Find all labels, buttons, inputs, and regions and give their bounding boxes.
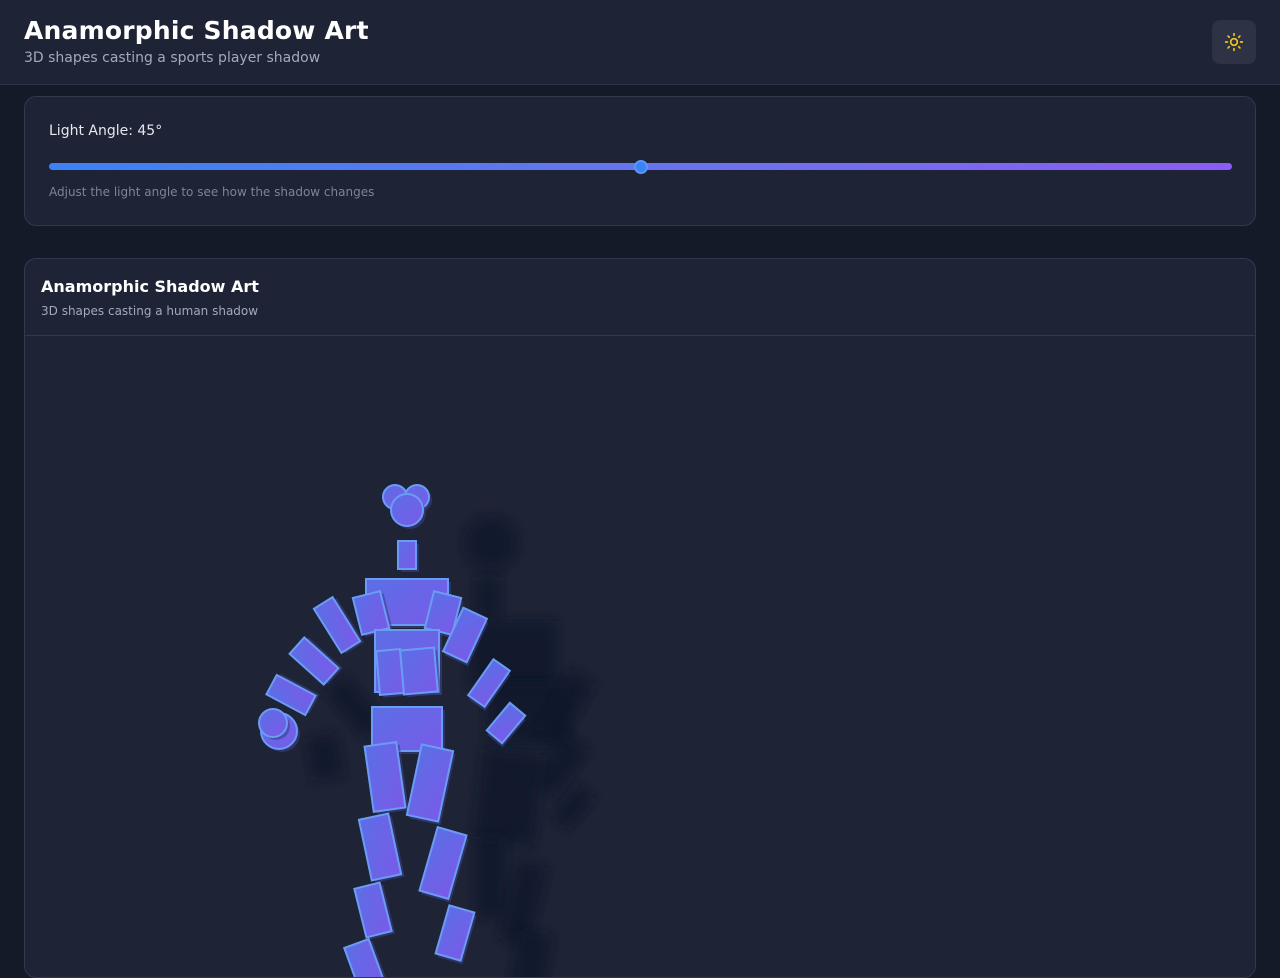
left-shin (357, 812, 405, 883)
shadow-art-canvas[interactable] (25, 337, 1255, 977)
shadow-art-scene (258, 484, 595, 977)
light-angle-slider[interactable] (49, 160, 1232, 174)
shape-face (353, 881, 393, 939)
shadow-part (306, 733, 344, 781)
page-subtitle: 3D shapes casting a sports player shadow (24, 50, 321, 66)
shape-face (405, 743, 455, 823)
art-card-header: Anamorphic Shadow Art 3D shapes casting … (25, 259, 1255, 336)
right-shin (418, 825, 469, 903)
slider-thumb[interactable] (633, 160, 648, 174)
light-angle-label: Light Angle: 45° (49, 123, 163, 139)
shape-face (357, 812, 403, 882)
left-foot (353, 881, 396, 940)
torso-inner-right (399, 646, 442, 698)
shape-face (258, 708, 288, 738)
neck-block (397, 540, 419, 572)
sun-icon (1224, 32, 1244, 52)
art-subtitle: 3D shapes casting a human shadow (41, 304, 259, 318)
app-header: Anamorphic Shadow Art 3D shapes casting … (0, 0, 1280, 85)
left-toe (342, 937, 390, 977)
shadow-part (476, 837, 506, 917)
shape-face (399, 646, 439, 696)
art-title: Anamorphic Shadow Art (41, 277, 259, 296)
shadow-part (474, 749, 544, 845)
slider-hint: Adjust the light angle to see how the sh… (49, 185, 375, 199)
theme-toggle-button[interactable] (1212, 20, 1256, 64)
shape-face (342, 937, 388, 977)
page-title: Anamorphic Shadow Art (24, 16, 369, 45)
shape-face (390, 493, 424, 527)
light-angle-control-card: Light Angle: 45° Adjust the light angle … (24, 96, 1256, 226)
left-forearm (288, 636, 343, 686)
shadow-part (465, 517, 517, 569)
shadow-art-card: Anamorphic Shadow Art 3D shapes casting … (24, 258, 1256, 978)
right-foot (434, 904, 477, 965)
shadow-part (476, 577, 500, 617)
shape-face (418, 825, 468, 901)
shape-face (434, 904, 476, 962)
right-thigh (405, 743, 456, 826)
shape-face (397, 540, 417, 570)
